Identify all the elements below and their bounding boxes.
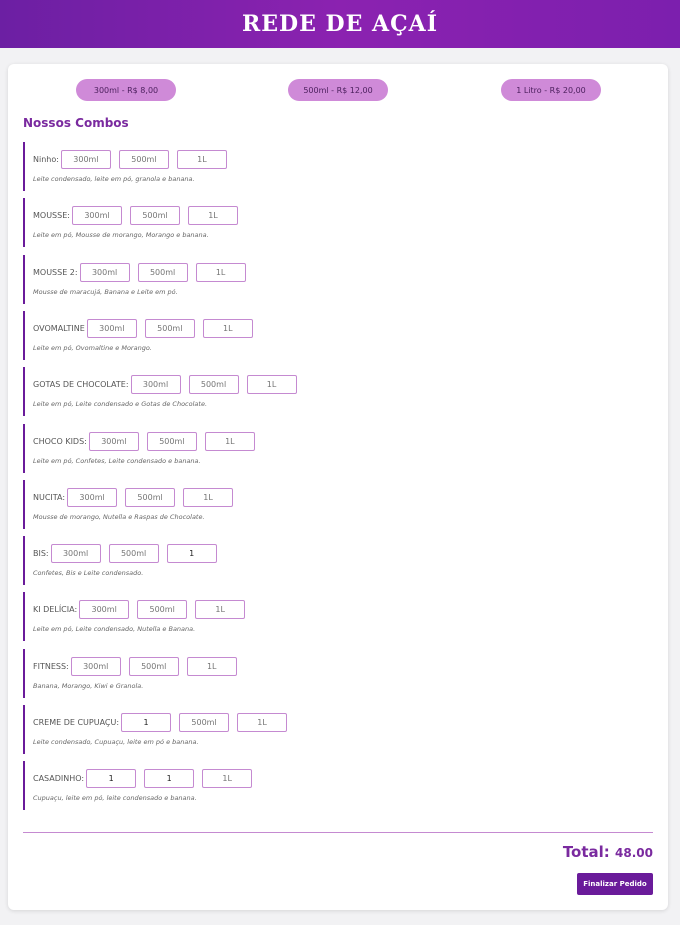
combo-item: MOUSSE 2: Mousse de maracujá, Banana e Le… [23,254,323,304]
combo-description: Cupuaçu, leite em pó, leite condensado e… [33,794,197,803]
combo-description: Leite condensado, Cupuaçu, leite em pó e… [33,738,199,746]
quantity-input-1l[interactable] [202,318,253,338]
quantity-input-500ml[interactable] [129,206,180,226]
combo-item: CHOCO KIDS: Leite em pó, Confetes, Leite … [23,423,323,473]
quantity-input-300ml[interactable] [86,318,137,338]
combo-name: MOUSSE: [33,211,70,221]
quantity-input-1l[interactable] [202,769,253,789]
combo-row: Ninho: [33,150,323,169]
quantity-input-500ml[interactable] [108,544,159,564]
quantity-input-500ml[interactable] [144,769,195,789]
combo-description: Leite em pó, Ovomaltine e Morango. [33,343,152,352]
quantity-input-1l[interactable] [246,375,297,395]
combo-description: Leite condensado, leite em pó, granola e… [33,175,195,183]
quantity-input-500ml[interactable] [179,713,230,732]
quantity-input-300ml[interactable] [79,600,130,620]
combo-description: Leite em pó, Confetes, Leite condensado … [33,456,201,465]
quantity-input-500ml[interactable] [118,150,169,169]
combo-row: MOUSSE: [33,206,323,226]
quantity-input-1l[interactable] [183,487,234,507]
combo-item: CREME DE CUPUAÇU: Leite condensado, Cupua… [23,705,323,754]
price-list: 300ml - R$ 8,00 500ml - R$ 12,00 1 Litro… [8,64,668,114]
quantity-input-300ml[interactable] [60,150,111,169]
combo-item: BIS: Confetes, Bis e Leite condensado. [23,536,323,586]
page-header: REDE DE AÇAÍ [0,0,680,48]
quantity-input-1l[interactable] [166,544,217,564]
section-title: Nossos Combos [23,116,129,130]
quantity-input-1l[interactable] [176,150,227,169]
quantity-input-1l[interactable] [195,600,246,620]
quantity-input-500ml[interactable] [144,318,195,338]
combo-row: NUCITA: [33,487,323,507]
combo-description: Mousse de maracujá, Banana e Leite em pó… [33,287,178,296]
combo-item: Ninho: Leite condensado, leite em pó, gra… [23,142,323,191]
combo-row: KI DELÍCIA: [33,600,323,620]
page-title: REDE DE AÇAÍ [241,11,438,37]
combo-description: Mousse de morango, Nutella e Raspas de C… [33,512,205,521]
combo-description: Banana, Morango, Kiwi e Granola. [33,681,144,690]
quantity-input-300ml[interactable] [86,769,137,789]
quantity-input-300ml[interactable] [79,262,130,282]
order-card: 300ml - R$ 8,00 500ml - R$ 12,00 1 Litro… [8,64,668,910]
combo-row: CASADINHO: [33,769,323,789]
quantity-input-1l[interactable] [186,656,237,676]
quantity-input-300ml[interactable] [50,544,101,564]
combo-name: CASADINHO: [33,774,85,784]
quantity-input-500ml[interactable] [137,600,188,620]
combo-name: KI DELÍCIA: [33,605,78,615]
combo-row: OVOMALTINE [33,318,323,338]
combo-row: MOUSSE 2: [33,262,323,282]
combo-name: BIS: [33,549,49,559]
combo-name: OVOMALTINE [33,323,85,333]
combo-name: GOTAS DE CHOCOLATE: [33,380,129,390]
combo-row: BIS: [33,544,323,564]
price-badge-1l: 1 Litro - R$ 20,00 [501,79,601,101]
quantity-input-1l[interactable] [195,262,246,282]
combo-name: Ninho: [33,155,59,164]
quantity-input-300ml[interactable] [71,206,122,226]
combo-row: CHOCO KIDS: [33,431,323,451]
quantity-input-500ml[interactable] [137,262,188,282]
quantity-input-300ml[interactable] [130,375,181,395]
combo-item: CASADINHO: Cupuaçu, leite em pó, leite co… [23,761,323,811]
combo-description: Leite em pó, Leite condensado e Gotas de… [33,400,208,409]
combo-description: Leite em pó, Leite condensado, Nutella e… [33,625,196,634]
combo-description: Confetes, Bis e Leite condensado. [33,569,144,578]
combo-item: MOUSSE: Leite em pó, Mousse de morango, M… [23,198,323,248]
quantity-input-300ml[interactable] [67,487,118,507]
quantity-input-500ml[interactable] [146,431,197,451]
quantity-input-1l[interactable] [237,713,288,732]
quantity-input-300ml[interactable] [70,656,121,676]
combo-row: GOTAS DE CHOCOLATE: [33,375,323,395]
quantity-input-300ml[interactable] [88,431,139,451]
finalize-order-button[interactable]: Finalizar Pedido [577,873,653,895]
combo-name: MOUSSE 2: [33,267,78,277]
combo-item: NUCITA: Mousse de morango, Nutella e Rasp… [23,479,323,529]
combo-name: CREME DE CUPUAÇU: [33,718,120,727]
combo-row: CREME DE CUPUAÇU: [33,713,323,732]
combo-item: GOTAS DE CHOCOLATE: Leite em pó, Leite co… [23,367,323,417]
total-amount: 48.00 [615,846,653,860]
combo-name: FITNESS: [33,661,69,671]
combo-name: CHOCO KIDS: [33,436,87,446]
quantity-input-500ml[interactable] [125,487,176,507]
quantity-input-1l[interactable] [187,206,238,226]
combo-item: OVOMALTINE Leite em pó, Ovomaltine e Mora… [23,310,323,360]
order-total: Total: 48.00 [563,843,653,861]
quantity-input-300ml[interactable] [121,713,172,732]
combo-item: KI DELÍCIA: Leite em pó, Leite condensado… [23,592,323,642]
price-badge-300ml: 300ml - R$ 8,00 [76,79,176,101]
combo-description: Leite em pó, Mousse de morango, Morango … [33,231,209,240]
quantity-input-500ml[interactable] [188,375,239,395]
combo-row: FITNESS: [33,656,323,676]
divider [23,832,653,833]
combo-item: FITNESS: Banana, Morango, Kiwi e Granola. [23,648,323,698]
quantity-input-500ml[interactable] [128,656,179,676]
combo-name: NUCITA: [33,492,66,502]
quantity-input-1l[interactable] [204,431,255,451]
price-badge-500ml: 500ml - R$ 12,00 [288,79,388,101]
total-label: Total: [562,843,610,861]
